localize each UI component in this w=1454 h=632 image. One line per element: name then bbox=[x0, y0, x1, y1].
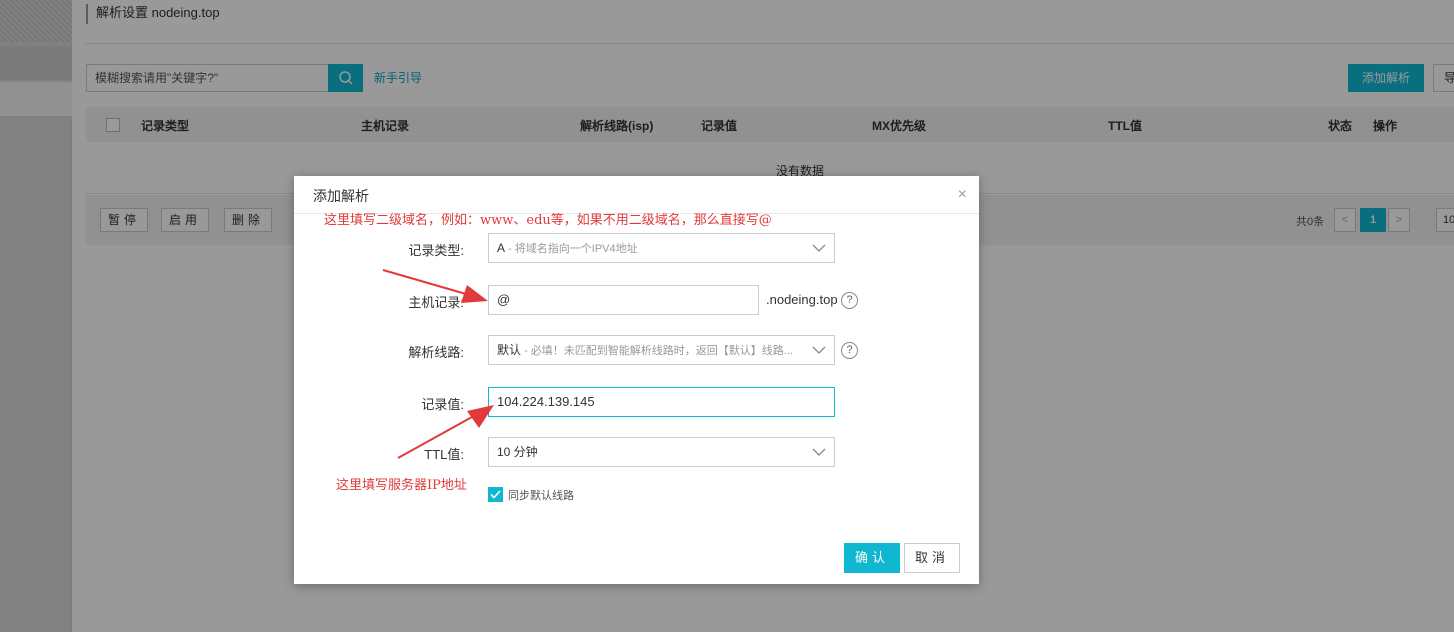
sync-default-checkbox[interactable] bbox=[488, 487, 503, 502]
chevron-down-icon bbox=[812, 244, 826, 252]
line-select[interactable]: 默认 - 必填！未匹配到智能解析线路时，返回【默认】线路... bbox=[488, 335, 835, 365]
record-type-select[interactable]: A - 将域名指向一个IPV4地址 bbox=[488, 233, 835, 263]
record-type-value: A bbox=[497, 241, 506, 255]
ttl-label: TTL值: bbox=[424, 447, 464, 462]
record-value-label: 记录值: bbox=[421, 397, 464, 412]
record-type-label: 记录类型: bbox=[408, 243, 464, 258]
line-value: 默认 bbox=[497, 343, 522, 357]
confirm-button[interactable]: 确认 bbox=[844, 543, 900, 573]
chevron-down-icon bbox=[812, 346, 826, 354]
record-value-input[interactable]: 104.224.139.145 bbox=[488, 387, 835, 417]
check-icon bbox=[490, 490, 501, 499]
close-icon[interactable]: × bbox=[958, 186, 967, 204]
help-icon[interactable]: ? bbox=[841, 342, 858, 359]
ttl-select[interactable]: 10 分钟 bbox=[488, 437, 835, 467]
record-type-hint: - 将域名指向一个IPV4地址 bbox=[505, 243, 638, 255]
add-record-dialog: 添加解析 × 这里填写二级域名，例如：www、edu等，如果不用二级域名，那么直… bbox=[294, 176, 979, 584]
help-icon[interactable]: ? bbox=[841, 292, 858, 309]
chevron-down-icon bbox=[812, 448, 826, 456]
line-label: 解析线路: bbox=[408, 345, 464, 360]
host-record-label: 主机记录: bbox=[408, 295, 464, 310]
host-record-input[interactable]: @ bbox=[488, 285, 759, 315]
dialog-title: 添加解析 bbox=[313, 188, 369, 204]
sync-default-label: 同步默认线路 bbox=[508, 490, 574, 502]
ttl-value: 10 分钟 bbox=[497, 445, 538, 459]
domain-suffix: .nodeing.top bbox=[766, 292, 838, 307]
annotation-host-hint: 这里填写二级域名，例如：www、edu等，如果不用二级域名，那么直接写@ bbox=[324, 213, 772, 228]
cancel-button[interactable]: 取消 bbox=[904, 543, 960, 573]
line-hint: - 必填！未匹配到智能解析线路时，返回【默认】线路... bbox=[521, 345, 793, 357]
annotation-ip-hint: 这里填写服务器IP地址 bbox=[336, 478, 467, 493]
